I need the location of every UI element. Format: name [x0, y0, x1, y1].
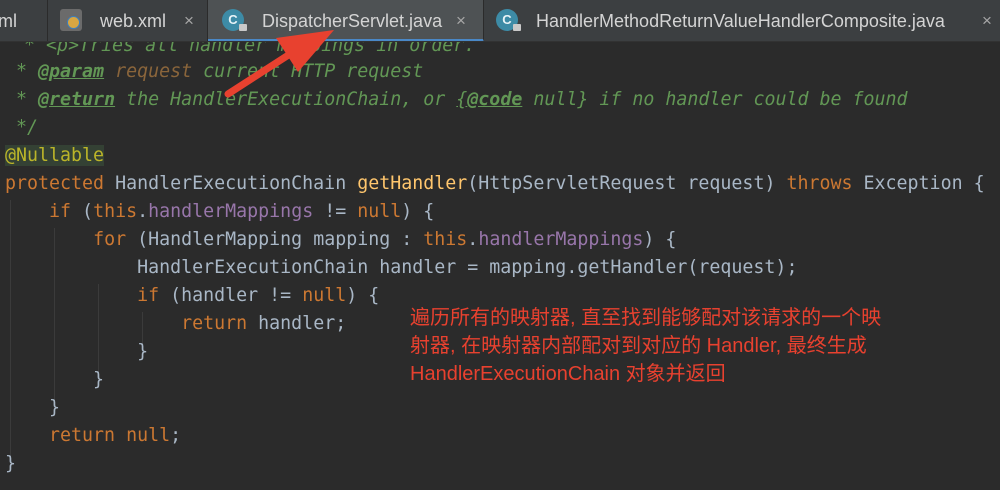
type-name: HandlerExecutionChain: [104, 173, 358, 194]
code-line-return-doc: * @return the HandlerExecutionChain, or …: [5, 86, 908, 114]
tab-label: HandlerMethodReturnValueHandlerComposite…: [536, 11, 945, 31]
note-line: HandlerExecutionChain 对象并返回: [410, 363, 726, 385]
keyword: this: [93, 201, 138, 222]
tab-web-xml[interactable]: web.xml ×: [48, 0, 208, 41]
doc-text: if no handler could be found: [588, 89, 908, 110]
code-line-if-handler: if (handler != null) {: [137, 285, 380, 306]
doc-tag: @param: [38, 61, 105, 82]
doc-tag: @code: [467, 89, 523, 110]
doc-text: null}: [522, 89, 589, 110]
code-line-close-brace: }: [5, 369, 105, 390]
keyword: throws: [786, 173, 853, 194]
doc-text: *: [5, 61, 39, 82]
note-line: 遍历所有的映射器, 直至找到能够配对该请求的一个映: [410, 307, 882, 329]
java-class-icon: C: [222, 9, 247, 31]
annotation-nullable: @Nullable: [5, 145, 105, 166]
code-line-param: * @param request current HTTP request: [5, 58, 423, 86]
code-editor[interactable]: * <p>Tries all handler mappings in order…: [0, 42, 1000, 490]
doc-text: * <p>Tries all handler mappings in order…: [24, 42, 476, 56]
code-line-annotation: @Nullable: [5, 142, 105, 170]
keyword: return: [181, 313, 248, 334]
editor-tab-bar: ml web.xml × C DispatcherServlet.java × …: [0, 0, 1000, 42]
doc-text: *: [5, 89, 39, 110]
parameters: (HttpServletRequest request): [467, 173, 787, 194]
code-line-close-method: }: [5, 453, 17, 474]
code-line-close-brace: }: [5, 341, 149, 362]
keyword: for: [93, 229, 127, 250]
code-line-assign-handler: HandlerExecutionChain handler = mapping.…: [5, 257, 798, 278]
field-name: handlerMappings: [478, 229, 644, 250]
ide-window: ml web.xml × C DispatcherServlet.java × …: [0, 0, 1000, 490]
code-line-return-handler: return handler;: [181, 313, 347, 334]
tab-label: web.xml: [100, 11, 167, 31]
doc-text: current HTTP request: [192, 61, 424, 82]
xml-file-icon: [60, 9, 82, 31]
type-name: Exception {: [852, 173, 985, 194]
doc-text: {: [456, 89, 468, 110]
tab-dispatcher-servlet[interactable]: C DispatcherServlet.java ×: [208, 0, 484, 41]
keyword: null: [126, 425, 171, 446]
code-line-doc-end: */: [5, 114, 38, 142]
keyword: return: [49, 425, 116, 446]
code-line-signature: protected HandlerExecutionChain getHandl…: [5, 170, 985, 198]
keyword: this: [423, 229, 468, 250]
field-name: handlerMappings: [148, 201, 314, 222]
code-line-for: for (HandlerMapping mapping : this.handl…: [93, 229, 677, 250]
code-line-return-null: return null;: [49, 425, 182, 446]
keyword: null: [302, 285, 347, 306]
code-line-if-mappings: if (this.handlerMappings != null) {: [49, 201, 435, 222]
close-icon[interactable]: ×: [184, 11, 194, 31]
keyword: null: [357, 201, 402, 222]
method-name: getHandler: [357, 173, 468, 194]
tab-xml-partial[interactable]: ml: [0, 0, 48, 41]
keyword: if: [49, 201, 72, 222]
doc-param-name: request: [104, 61, 193, 82]
close-icon[interactable]: ×: [456, 11, 466, 31]
doc-text: the HandlerExecutionChain, or: [115, 89, 457, 110]
tab-label: ml: [0, 11, 17, 31]
doc-text: */: [5, 117, 39, 138]
annotation-note: 遍历所有的映射器, 直至找到能够配对该请求的一个映 射器, 在映射器内部配对到对…: [410, 304, 970, 388]
keyword: protected: [5, 173, 105, 194]
java-class-icon: C: [496, 9, 521, 31]
note-line: 射器, 在映射器内部配对到对应的 Handler, 最终生成: [410, 335, 867, 357]
tab-label: DispatcherServlet.java: [262, 11, 443, 31]
code-line-close-brace: }: [5, 397, 61, 418]
keyword: if: [137, 285, 160, 306]
close-icon[interactable]: ×: [982, 11, 992, 31]
doc-tag: @return: [38, 89, 116, 110]
tab-handler-method-return-value-handler-composite[interactable]: C HandlerMethodReturnValueHandlerComposi…: [484, 0, 1000, 41]
